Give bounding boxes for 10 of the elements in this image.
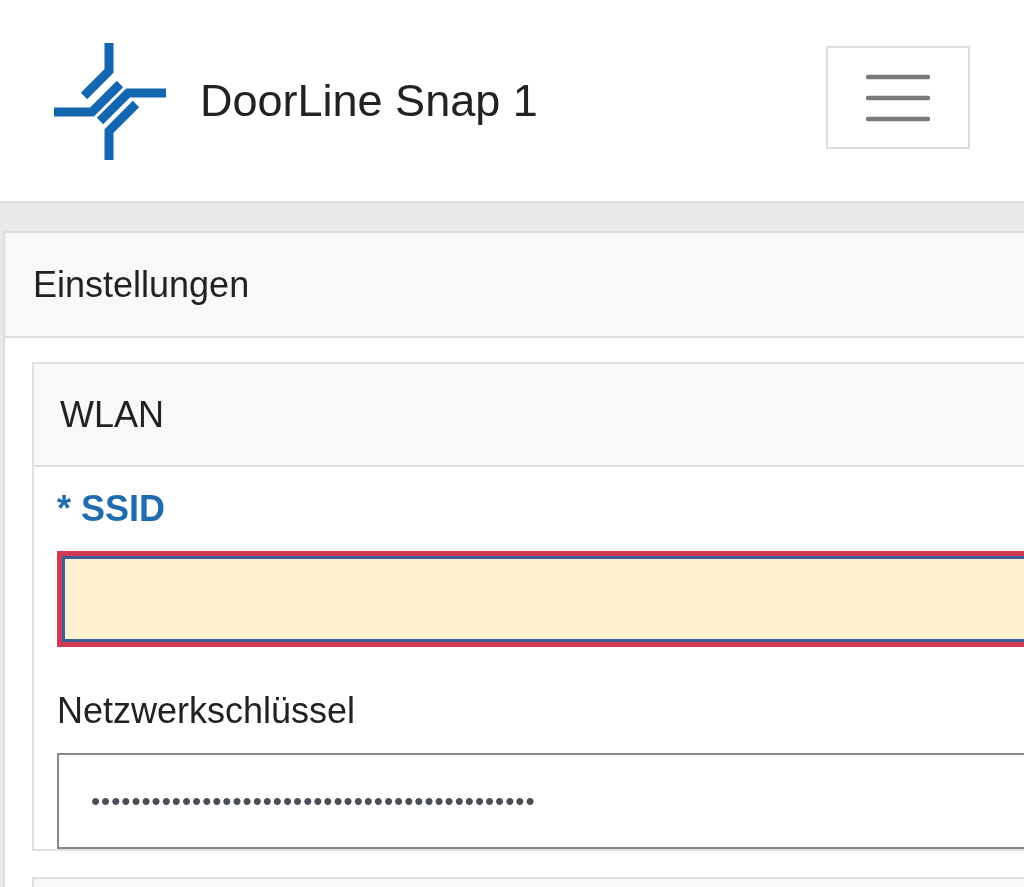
menu-button[interactable] <box>826 46 970 149</box>
card-title: WLAN <box>60 393 164 436</box>
field-label: * SSID <box>57 489 167 531</box>
panel-title: Einstellungen <box>33 263 250 306</box>
input-field[interactable] <box>57 551 1024 647</box>
menu-icon <box>866 72 930 123</box>
app-title: DoorLine Snap 1 <box>200 74 539 127</box>
logo-icon <box>52 40 168 161</box>
field-label: Netzwerkschlüssel <box>57 691 357 733</box>
input-field[interactable]: •••••••••••••••••••••••••••••••••••••••••••• <box>57 753 1024 849</box>
